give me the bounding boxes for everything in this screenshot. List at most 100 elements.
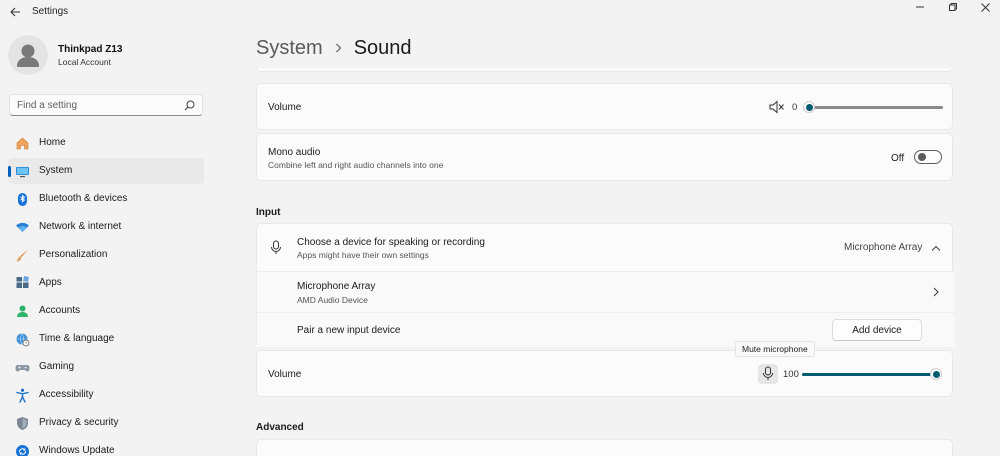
close-button[interactable] — [969, 0, 1000, 14]
microphone-icon — [270, 240, 282, 258]
avatar — [8, 35, 48, 75]
minimize-button[interactable] — [904, 0, 936, 14]
pair-input-device-row: Pair a new input device Add device — [257, 313, 954, 347]
sidebar-item-gaming[interactable]: Gaming — [8, 354, 204, 380]
output-volume-track — [803, 106, 943, 109]
arrow-left-icon — [9, 7, 20, 17]
profile-name: Thinkpad Z13 — [58, 44, 123, 55]
shield-icon — [15, 416, 30, 431]
sidebar-item-label: Accessibility — [39, 389, 94, 400]
title-bar: Settings — [0, 0, 1000, 24]
input-device-card: Choose a device for speaking or recordin… — [256, 223, 954, 347]
sidebar-item-bluetooth[interactable]: Bluetooth & devices — [8, 186, 204, 212]
bluetooth-icon — [15, 192, 30, 207]
output-volume-slider[interactable] — [803, 98, 943, 118]
input-volume-thumb[interactable] — [930, 368, 942, 380]
sidebar-item-accessibility[interactable]: Accessibility — [8, 382, 204, 408]
sidebar-item-personalization[interactable]: Personalization — [8, 242, 204, 268]
sidebar-item-accounts[interactable]: Accounts — [8, 298, 204, 324]
sidebar-item-windows-update[interactable]: Windows Update — [8, 438, 204, 456]
mono-audio-card: Mono audio Combine left and right audio … — [256, 133, 953, 181]
globe-clock-icon — [15, 332, 30, 347]
input-volume-fill — [802, 373, 936, 376]
back-button[interactable] — [6, 3, 24, 21]
app-title: Settings — [32, 6, 69, 17]
sidebar-item-label: Bluetooth & devices — [39, 193, 128, 204]
microphone-array-row[interactable]: Microphone Array AMD Audio Device — [257, 272, 954, 312]
choose-input-title: Choose a device for speaking or recordin… — [297, 237, 485, 248]
system-icon — [15, 164, 30, 179]
profile[interactable]: Thinkpad Z13 Local Account — [8, 35, 208, 75]
add-device-button[interactable]: Add device — [832, 319, 922, 341]
profile-account-type: Local Account — [58, 57, 111, 67]
sidebar-item-label: Privacy & security — [39, 417, 119, 428]
microphone-icon — [762, 366, 774, 384]
input-volume-card: Volume 100 — [256, 350, 953, 397]
settings-content[interactable]: Volume 0 Mono audio Combine left and rig… — [256, 68, 954, 456]
choose-input-subtitle: Apps might have their own settings — [297, 250, 429, 260]
breadcrumb-parent[interactable]: System — [256, 37, 323, 60]
mono-audio-toggle[interactable] — [914, 150, 942, 164]
breadcrumb: System Sound — [256, 34, 412, 62]
sidebar-item-label: Personalization — [39, 249, 108, 260]
restore-icon — [949, 3, 957, 11]
wifi-icon — [15, 220, 30, 235]
mute-microphone-button[interactable] — [758, 364, 778, 384]
close-icon — [980, 2, 990, 12]
mono-audio-subtitle: Combine left and right audio channels in… — [268, 160, 444, 170]
search-icon — [184, 100, 195, 111]
home-icon — [15, 136, 30, 151]
advanced-card[interactable] — [256, 439, 953, 456]
sidebar-item-apps[interactable]: Apps — [8, 270, 204, 296]
output-volume-thumb[interactable] — [803, 101, 815, 113]
sidebar-item-label: Accounts — [39, 305, 81, 316]
sidebar-item-time-language[interactable]: Time & language — [8, 326, 204, 352]
input-volume-slider[interactable] — [802, 365, 942, 385]
gamepad-icon — [15, 360, 30, 375]
input-volume-value: 100 — [783, 369, 799, 380]
brush-icon — [15, 248, 30, 263]
restore-button[interactable] — [937, 0, 969, 14]
output-volume-value: 0 — [792, 102, 798, 113]
input-device-name: Microphone Array — [297, 281, 376, 292]
input-section-heading: Input — [256, 207, 281, 218]
sidebar-item-network[interactable]: Network & internet — [8, 214, 204, 240]
mute-microphone-tooltip: Mute microphone — [735, 341, 815, 357]
page-title: Sound — [353, 36, 412, 59]
toggle-knob — [918, 153, 926, 161]
previous-setting-card — [256, 68, 953, 72]
mono-audio-title: Mono audio — [268, 147, 321, 158]
advanced-section-heading: Advanced — [256, 422, 304, 433]
mono-audio-state: Off — [891, 153, 905, 164]
sidebar-item-label: Windows Update — [39, 445, 115, 456]
output-volume-card: Volume 0 — [256, 83, 953, 130]
sidebar-item-label: Apps — [39, 277, 62, 288]
selected-input-device: Microphone Array — [844, 242, 923, 253]
sidebar-item-label: Network & internet — [39, 221, 122, 232]
chevron-right-icon — [335, 41, 342, 56]
minimize-icon — [916, 6, 924, 8]
sidebar-item-label: Home — [39, 137, 66, 148]
search-input[interactable]: Find a setting — [9, 94, 203, 116]
sidebar-item-privacy[interactable]: Privacy & security — [8, 410, 204, 436]
sidebar-item-system[interactable]: System — [8, 158, 204, 184]
input-volume-label: Volume — [268, 369, 302, 380]
update-icon — [15, 444, 30, 456]
pair-input-title: Pair a new input device — [297, 325, 401, 336]
search-placeholder: Find a setting — [17, 100, 78, 111]
sidebar-item-label: Gaming — [39, 361, 75, 372]
sidebar-item-label: Time & language — [39, 333, 115, 344]
sidebar-item-home[interactable]: Home — [8, 130, 204, 156]
input-device-driver: AMD Audio Device — [297, 295, 368, 305]
sidebar-nav: Home System Bluetooth & devices Network … — [8, 130, 204, 456]
chevron-right-icon — [933, 287, 939, 300]
sidebar-item-label: System — [39, 165, 73, 176]
choose-input-device-row[interactable]: Choose a device for speaking or recordin… — [257, 224, 954, 271]
person-avatar-icon — [17, 44, 39, 67]
apps-icon — [15, 276, 30, 291]
chevron-up-icon[interactable] — [931, 243, 941, 255]
accessibility-icon — [15, 388, 30, 403]
person-icon — [15, 304, 30, 319]
speaker-muted-icon[interactable] — [769, 100, 785, 117]
output-volume-label: Volume — [268, 102, 302, 113]
